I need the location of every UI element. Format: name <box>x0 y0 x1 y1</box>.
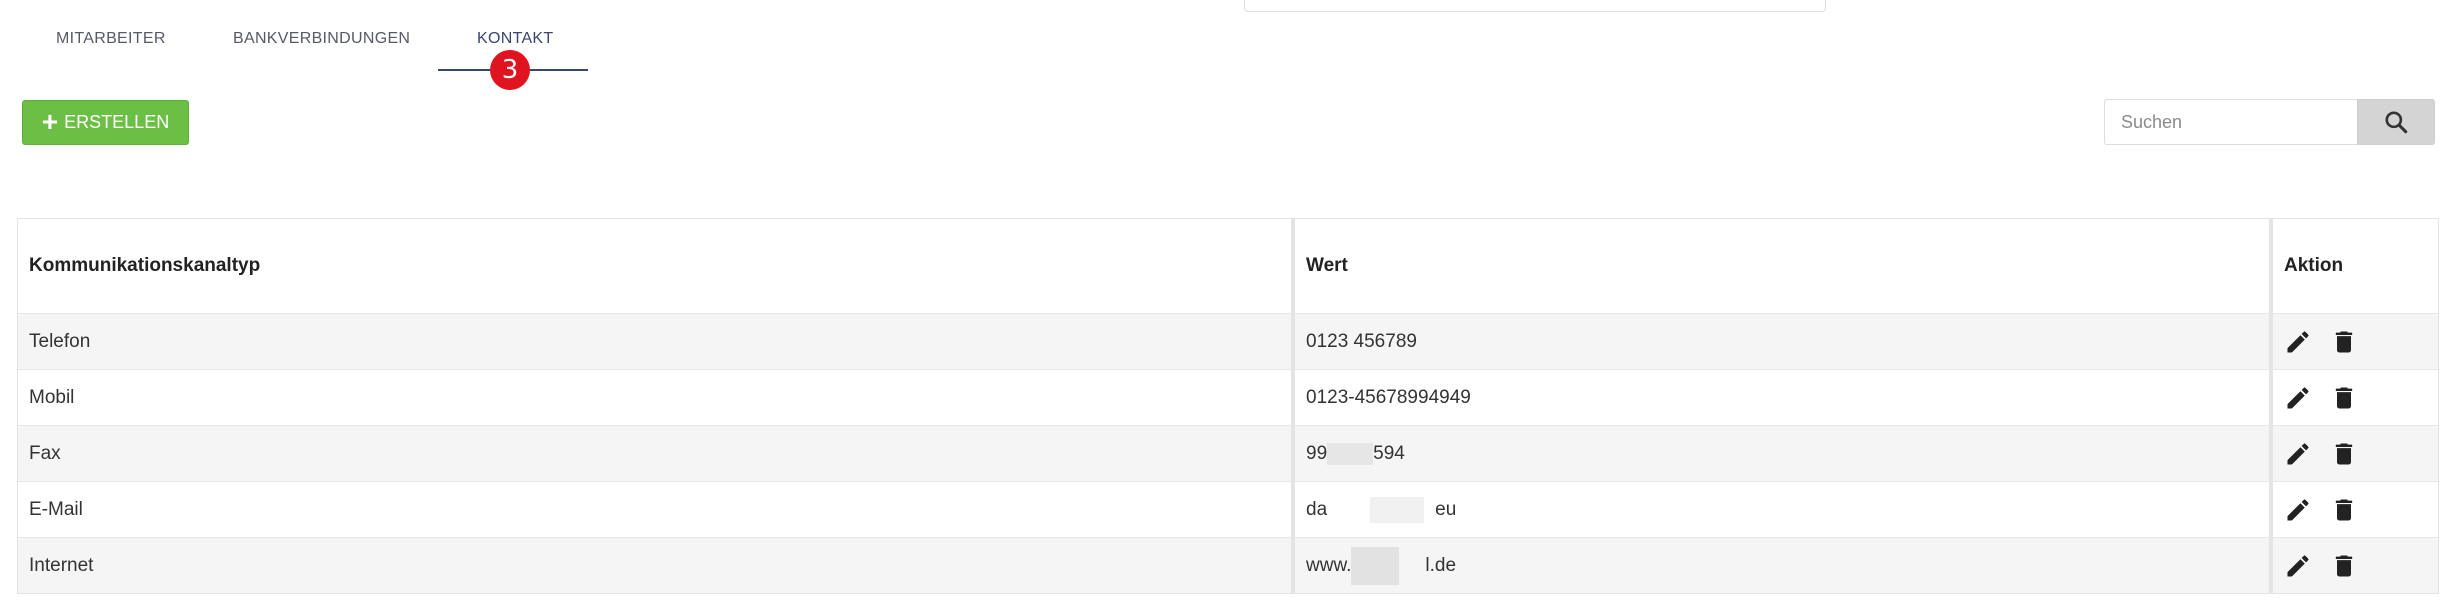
top-partial-field <box>1244 0 1826 12</box>
row-actions <box>2273 538 2432 593</box>
row-type: Fax <box>18 426 1295 481</box>
tab-kontakt[interactable]: KONTAKT <box>477 30 553 48</box>
table-row: E-Mail da eu <box>18 481 2438 537</box>
step-badge: 3 <box>490 50 530 90</box>
tab-bar: MITARBEITER BANKVERBINDUNGEN KONTAKT 3 <box>0 0 700 90</box>
row-type: E-Mail <box>18 482 1295 537</box>
table-row: Mobil 0123-45678994949 <box>18 369 2438 425</box>
table-row: Fax 99 594 <box>18 425 2438 481</box>
search-icon <box>2383 109 2409 135</box>
row-type: Telefon <box>18 314 1295 369</box>
table-row: Internet www. l.de <box>18 537 2438 593</box>
create-button-label: ERSTELLEN <box>64 112 170 132</box>
trash-icon[interactable] <box>2330 552 2358 580</box>
column-header-type: Kommunikationskanaltyp <box>18 219 1295 313</box>
row-value: www. l.de <box>1295 538 2273 593</box>
row-actions <box>2273 370 2432 425</box>
table-row: Telefon 0123 456789 <box>18 313 2438 369</box>
plus-icon: + <box>41 105 59 137</box>
pencil-icon[interactable] <box>2284 440 2312 468</box>
row-actions <box>2273 482 2432 537</box>
pencil-icon[interactable] <box>2284 496 2312 524</box>
trash-icon[interactable] <box>2330 496 2358 524</box>
trash-icon[interactable] <box>2330 384 2358 412</box>
pencil-icon[interactable] <box>2284 552 2312 580</box>
pencil-icon[interactable] <box>2284 328 2312 356</box>
table-header-row: Kommunikationskanaltyp Wert Aktion <box>18 219 2438 313</box>
redacted-block <box>1327 496 1436 523</box>
search-input[interactable] <box>2104 99 2358 145</box>
row-actions <box>2273 314 2432 369</box>
row-value: 0123 456789 <box>1295 314 2273 369</box>
search-button[interactable] <box>2357 99 2435 145</box>
row-type: Internet <box>18 538 1295 593</box>
column-header-action: Aktion <box>2284 255 2344 276</box>
row-type: Mobil <box>18 370 1295 425</box>
row-value: da eu <box>1295 482 2273 537</box>
pencil-icon[interactable] <box>2284 384 2312 412</box>
row-value: 0123-45678994949 <box>1295 370 2273 425</box>
tab-mitarbeiter[interactable]: MITARBEITER <box>56 30 166 48</box>
redacted-block <box>1327 442 1374 465</box>
column-header-value: Wert <box>1295 219 2273 313</box>
contact-table: Kommunikationskanaltyp Wert Aktion Telef… <box>17 218 2439 594</box>
trash-icon[interactable] <box>2330 328 2358 356</box>
trash-icon[interactable] <box>2330 440 2358 468</box>
tab-bankverbindungen[interactable]: BANKVERBINDUNGEN <box>233 30 410 48</box>
row-actions <box>2273 426 2432 481</box>
create-button[interactable]: + ERSTELLEN <box>22 100 189 145</box>
row-value: 99 594 <box>1295 426 2273 481</box>
redacted-block <box>1351 546 1400 585</box>
